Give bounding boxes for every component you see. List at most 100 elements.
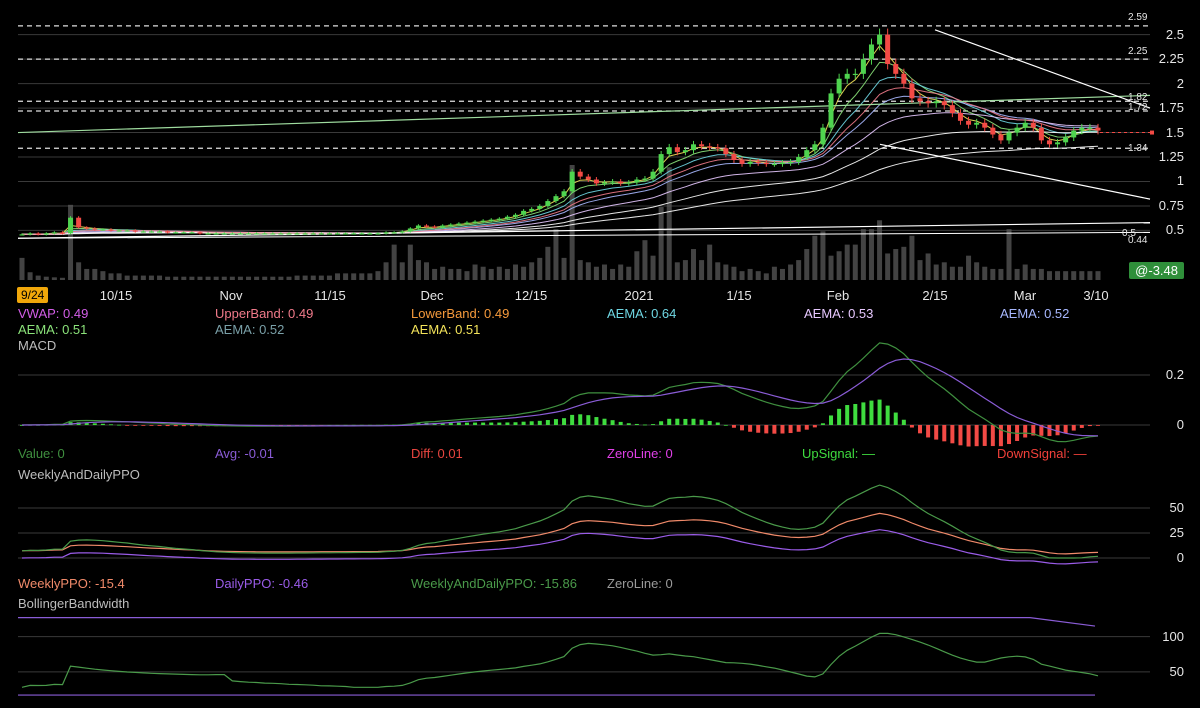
candle (181, 232, 187, 234)
candle (885, 34, 891, 65)
volume-bar (132, 275, 138, 280)
candle (278, 233, 284, 235)
macd-histogram-bar (893, 412, 898, 425)
candle (779, 162, 785, 165)
candle (480, 220, 486, 222)
volume-bar (1071, 271, 1077, 280)
macd-histogram-bar (934, 425, 939, 440)
volume-bar (666, 167, 672, 280)
candle (262, 233, 268, 235)
macd-histogram-bar (667, 418, 672, 425)
candle (771, 163, 777, 166)
volume-bar (917, 260, 923, 280)
candle (1038, 127, 1044, 141)
volume-bar (585, 262, 591, 280)
macd-histogram-bar (950, 425, 955, 444)
price-y-tick: 2 (1176, 75, 1184, 91)
candle (1030, 122, 1036, 128)
candle (383, 232, 389, 234)
ppo-y-tick: 25 (1169, 525, 1184, 540)
candle (310, 233, 316, 235)
candle (529, 208, 535, 211)
volume-bar (779, 268, 785, 280)
price-level-label: 0.44 (1128, 235, 1148, 246)
macd-histogram-bar (909, 425, 914, 428)
legend-ppo-zeroline: ZeroLine: 0 (607, 576, 673, 591)
moving-average-line (22, 112, 1099, 235)
volume-bar (974, 262, 980, 280)
candle (674, 147, 680, 153)
volume-bar (278, 276, 284, 280)
volume-bar (407, 244, 413, 280)
candle (432, 226, 438, 228)
candle (658, 154, 664, 172)
volume-bar (399, 262, 405, 280)
candle (642, 178, 648, 180)
volume-bar (197, 276, 203, 280)
volume-bar (739, 271, 745, 280)
macd-histogram-bar (764, 425, 769, 434)
volume-bar (116, 273, 122, 280)
x-tick-label: Dec (420, 288, 444, 303)
x-tick-label: Mar (1013, 288, 1037, 303)
volume-bar (383, 262, 389, 280)
price-level-label: 1.72 (1128, 102, 1148, 113)
macd-histogram-bar (537, 420, 542, 425)
volume-bar (205, 276, 211, 280)
volume-bar (682, 260, 688, 280)
macd-histogram-bar (634, 423, 639, 425)
candle (990, 127, 996, 135)
macd-histogram-bar (942, 425, 947, 442)
candle (949, 105, 955, 113)
candle (132, 230, 138, 232)
macd-histogram-bar (626, 423, 631, 425)
candle (1087, 127, 1093, 129)
macd-histogram-bar (772, 425, 777, 434)
volume-bar (909, 235, 915, 280)
candle (650, 171, 656, 179)
candle (116, 230, 122, 232)
macd-histogram-bar (618, 421, 623, 425)
macd-histogram-bar (586, 415, 591, 425)
candle (407, 228, 413, 232)
volume-bar (448, 268, 454, 280)
macd-histogram-bar (181, 425, 186, 427)
legend-macd-value: Value: 0 (18, 446, 65, 461)
candle (415, 225, 421, 229)
volume-bar (35, 275, 41, 280)
macd-histogram-bar (553, 419, 558, 425)
candle (157, 231, 163, 233)
macd-histogram-bar (497, 422, 502, 425)
candle (213, 233, 219, 235)
volume-bar (165, 276, 171, 280)
macd-histogram-bar (829, 415, 834, 425)
volume-bar (124, 275, 130, 280)
macd-histogram-bar (998, 425, 1003, 447)
candle (359, 233, 365, 235)
candle (456, 223, 462, 225)
candle (367, 233, 373, 235)
macd-histogram-bar (885, 405, 890, 425)
volume-bar (367, 273, 373, 280)
volume-bar (731, 266, 737, 280)
volume-bar (771, 266, 777, 280)
bollinger-title: BollingerBandwidth (18, 596, 130, 611)
ppo-title: WeeklyAndDailyPPO (18, 467, 140, 482)
chart-canvas (17, 25, 1154, 696)
candle (326, 233, 332, 235)
x-tick-label: 10/15 (99, 288, 133, 303)
volume-bar (577, 260, 583, 280)
volume-bar (157, 275, 163, 280)
volume-bar (690, 249, 696, 280)
volume-bar (852, 244, 858, 280)
candle (237, 233, 243, 235)
volume-bar (424, 262, 430, 280)
candle (537, 205, 543, 209)
x-tick-label: 1/15 (726, 288, 752, 303)
moving-average-line (21, 95, 1099, 235)
volume-bar (326, 275, 332, 280)
volume-bar (286, 276, 292, 280)
candle (593, 179, 599, 184)
volume-bar (877, 220, 883, 280)
macd-histogram-bar (1055, 425, 1060, 436)
